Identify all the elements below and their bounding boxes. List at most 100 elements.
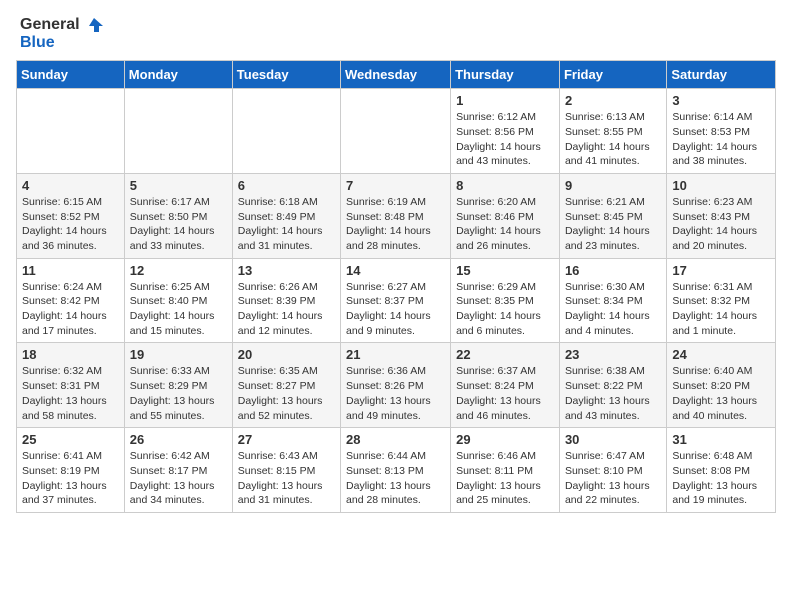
day-number: 3 <box>672 93 770 108</box>
calendar-day-cell: 5 Sunrise: 6:17 AM Sunset: 8:50 PM Daylig… <box>124 173 232 258</box>
logo-bird-icon <box>85 16 103 34</box>
day-number: 12 <box>130 263 227 278</box>
day-info: Sunrise: 6:14 AM Sunset: 8:53 PM Dayligh… <box>672 110 770 169</box>
calendar-header-row: SundayMondayTuesdayWednesdayThursdayFrid… <box>17 61 776 89</box>
day-of-week-header: Thursday <box>451 61 560 89</box>
day-number: 19 <box>130 347 227 362</box>
day-info: Sunrise: 6:32 AM Sunset: 8:31 PM Dayligh… <box>22 364 119 423</box>
calendar-day-cell: 29 Sunrise: 6:46 AM Sunset: 8:11 PM Dayli… <box>451 428 560 513</box>
day-number: 7 <box>346 178 445 193</box>
calendar-day-cell: 22Sunrise: 6:37 AM Sunset: 8:24 PM Dayli… <box>451 343 560 428</box>
day-number: 31 <box>672 432 770 447</box>
day-number: 21 <box>346 347 445 362</box>
calendar-day-cell: 1 Sunrise: 6:12 AM Sunset: 8:56 PM Daylig… <box>451 89 560 174</box>
calendar-day-cell <box>124 89 232 174</box>
calendar-day-cell: 27 Sunrise: 6:43 AM Sunset: 8:15 PM Dayli… <box>232 428 340 513</box>
day-info: Sunrise: 6:47 AM Sunset: 8:10 PM Dayligh… <box>565 449 661 508</box>
calendar-day-cell: 9Sunrise: 6:21 AM Sunset: 8:45 PM Daylig… <box>559 173 666 258</box>
day-info: Sunrise: 6:43 AM Sunset: 8:15 PM Dayligh… <box>238 449 335 508</box>
day-info: Sunrise: 6:33 AM Sunset: 8:29 PM Dayligh… <box>130 364 227 423</box>
logo-text: General Blue <box>20 16 104 52</box>
day-number: 15 <box>456 263 554 278</box>
calendar-day-cell <box>17 89 125 174</box>
calendar-day-cell <box>232 89 340 174</box>
calendar-week-row: 1 Sunrise: 6:12 AM Sunset: 8:56 PM Daylig… <box>17 89 776 174</box>
day-number: 6 <box>238 178 335 193</box>
calendar-day-cell: 14Sunrise: 6:27 AM Sunset: 8:37 PM Dayli… <box>341 258 451 343</box>
day-number: 25 <box>22 432 119 447</box>
day-info: Sunrise: 6:46 AM Sunset: 8:11 PM Dayligh… <box>456 449 554 508</box>
day-info: Sunrise: 6:12 AM Sunset: 8:56 PM Dayligh… <box>456 110 554 169</box>
day-info: Sunrise: 6:19 AM Sunset: 8:48 PM Dayligh… <box>346 195 445 254</box>
calendar-day-cell: 21 Sunrise: 6:36 AM Sunset: 8:26 PM Dayli… <box>341 343 451 428</box>
day-info: Sunrise: 6:31 AM Sunset: 8:32 PM Dayligh… <box>672 280 770 339</box>
day-info: Sunrise: 6:36 AM Sunset: 8:26 PM Dayligh… <box>346 364 445 423</box>
calendar-day-cell: 2 Sunrise: 6:13 AM Sunset: 8:55 PM Daylig… <box>559 89 666 174</box>
day-info: Sunrise: 6:20 AM Sunset: 8:46 PM Dayligh… <box>456 195 554 254</box>
logo-blue: Blue <box>20 34 55 51</box>
day-info: Sunrise: 6:21 AM Sunset: 8:45 PM Dayligh… <box>565 195 661 254</box>
day-info: Sunrise: 6:38 AM Sunset: 8:22 PM Dayligh… <box>565 364 661 423</box>
day-number: 16 <box>565 263 661 278</box>
day-info: Sunrise: 6:13 AM Sunset: 8:55 PM Dayligh… <box>565 110 661 169</box>
day-info: Sunrise: 6:17 AM Sunset: 8:50 PM Dayligh… <box>130 195 227 254</box>
calendar-week-row: 18 Sunrise: 6:32 AM Sunset: 8:31 PM Dayli… <box>17 343 776 428</box>
day-info: Sunrise: 6:41 AM Sunset: 8:19 PM Dayligh… <box>22 449 119 508</box>
calendar-table: SundayMondayTuesdayWednesdayThursdayFrid… <box>16 60 776 513</box>
calendar-day-cell: 3 Sunrise: 6:14 AM Sunset: 8:53 PM Daylig… <box>667 89 776 174</box>
day-info: Sunrise: 6:24 AM Sunset: 8:42 PM Dayligh… <box>22 280 119 339</box>
calendar-week-row: 4Sunrise: 6:15 AM Sunset: 8:52 PM Daylig… <box>17 173 776 258</box>
calendar-day-cell: 6 Sunrise: 6:18 AM Sunset: 8:49 PM Daylig… <box>232 173 340 258</box>
calendar-day-cell: 31 Sunrise: 6:48 AM Sunset: 8:08 PM Dayli… <box>667 428 776 513</box>
calendar-container: SundayMondayTuesdayWednesdayThursdayFrid… <box>0 60 792 521</box>
day-number: 29 <box>456 432 554 447</box>
day-info: Sunrise: 6:26 AM Sunset: 8:39 PM Dayligh… <box>238 280 335 339</box>
day-info: Sunrise: 6:29 AM Sunset: 8:35 PM Dayligh… <box>456 280 554 339</box>
day-info: Sunrise: 6:37 AM Sunset: 8:24 PM Dayligh… <box>456 364 554 423</box>
calendar-day-cell: 17 Sunrise: 6:31 AM Sunset: 8:32 PM Dayli… <box>667 258 776 343</box>
day-info: Sunrise: 6:23 AM Sunset: 8:43 PM Dayligh… <box>672 195 770 254</box>
day-number: 30 <box>565 432 661 447</box>
calendar-day-cell: 25 Sunrise: 6:41 AM Sunset: 8:19 PM Dayli… <box>17 428 125 513</box>
day-info: Sunrise: 6:35 AM Sunset: 8:27 PM Dayligh… <box>238 364 335 423</box>
day-number: 1 <box>456 93 554 108</box>
day-number: 14 <box>346 263 445 278</box>
day-info: Sunrise: 6:25 AM Sunset: 8:40 PM Dayligh… <box>130 280 227 339</box>
day-info: Sunrise: 6:18 AM Sunset: 8:49 PM Dayligh… <box>238 195 335 254</box>
calendar-week-row: 25 Sunrise: 6:41 AM Sunset: 8:19 PM Dayli… <box>17 428 776 513</box>
day-info: Sunrise: 6:48 AM Sunset: 8:08 PM Dayligh… <box>672 449 770 508</box>
calendar-day-cell: 16Sunrise: 6:30 AM Sunset: 8:34 PM Dayli… <box>559 258 666 343</box>
day-number: 13 <box>238 263 335 278</box>
logo: General Blue <box>20 16 104 52</box>
day-number: 10 <box>672 178 770 193</box>
calendar-day-cell: 19 Sunrise: 6:33 AM Sunset: 8:29 PM Dayli… <box>124 343 232 428</box>
calendar-day-cell: 30 Sunrise: 6:47 AM Sunset: 8:10 PM Dayli… <box>559 428 666 513</box>
day-number: 18 <box>22 347 119 362</box>
day-of-week-header: Saturday <box>667 61 776 89</box>
day-number: 26 <box>130 432 227 447</box>
day-number: 27 <box>238 432 335 447</box>
day-of-week-header: Wednesday <box>341 61 451 89</box>
calendar-day-cell: 28Sunrise: 6:44 AM Sunset: 8:13 PM Dayli… <box>341 428 451 513</box>
day-number: 5 <box>130 178 227 193</box>
calendar-week-row: 11 Sunrise: 6:24 AM Sunset: 8:42 PM Dayli… <box>17 258 776 343</box>
day-info: Sunrise: 6:15 AM Sunset: 8:52 PM Dayligh… <box>22 195 119 254</box>
calendar-day-cell: 7 Sunrise: 6:19 AM Sunset: 8:48 PM Daylig… <box>341 173 451 258</box>
calendar-day-cell: 12 Sunrise: 6:25 AM Sunset: 8:40 PM Dayli… <box>124 258 232 343</box>
calendar-day-cell: 23 Sunrise: 6:38 AM Sunset: 8:22 PM Dayli… <box>559 343 666 428</box>
day-number: 17 <box>672 263 770 278</box>
day-number: 2 <box>565 93 661 108</box>
day-info: Sunrise: 6:40 AM Sunset: 8:20 PM Dayligh… <box>672 364 770 423</box>
calendar-day-cell: 8Sunrise: 6:20 AM Sunset: 8:46 PM Daylig… <box>451 173 560 258</box>
day-number: 11 <box>22 263 119 278</box>
calendar-day-cell: 26 Sunrise: 6:42 AM Sunset: 8:17 PM Dayli… <box>124 428 232 513</box>
day-number: 23 <box>565 347 661 362</box>
calendar-day-cell: 4Sunrise: 6:15 AM Sunset: 8:52 PM Daylig… <box>17 173 125 258</box>
day-of-week-header: Monday <box>124 61 232 89</box>
calendar-day-cell: 13 Sunrise: 6:26 AM Sunset: 8:39 PM Dayli… <box>232 258 340 343</box>
day-number: 20 <box>238 347 335 362</box>
day-info: Sunrise: 6:42 AM Sunset: 8:17 PM Dayligh… <box>130 449 227 508</box>
calendar-day-cell: 20 Sunrise: 6:35 AM Sunset: 8:27 PM Dayli… <box>232 343 340 428</box>
calendar-day-cell: 24Sunrise: 6:40 AM Sunset: 8:20 PM Dayli… <box>667 343 776 428</box>
day-of-week-header: Tuesday <box>232 61 340 89</box>
